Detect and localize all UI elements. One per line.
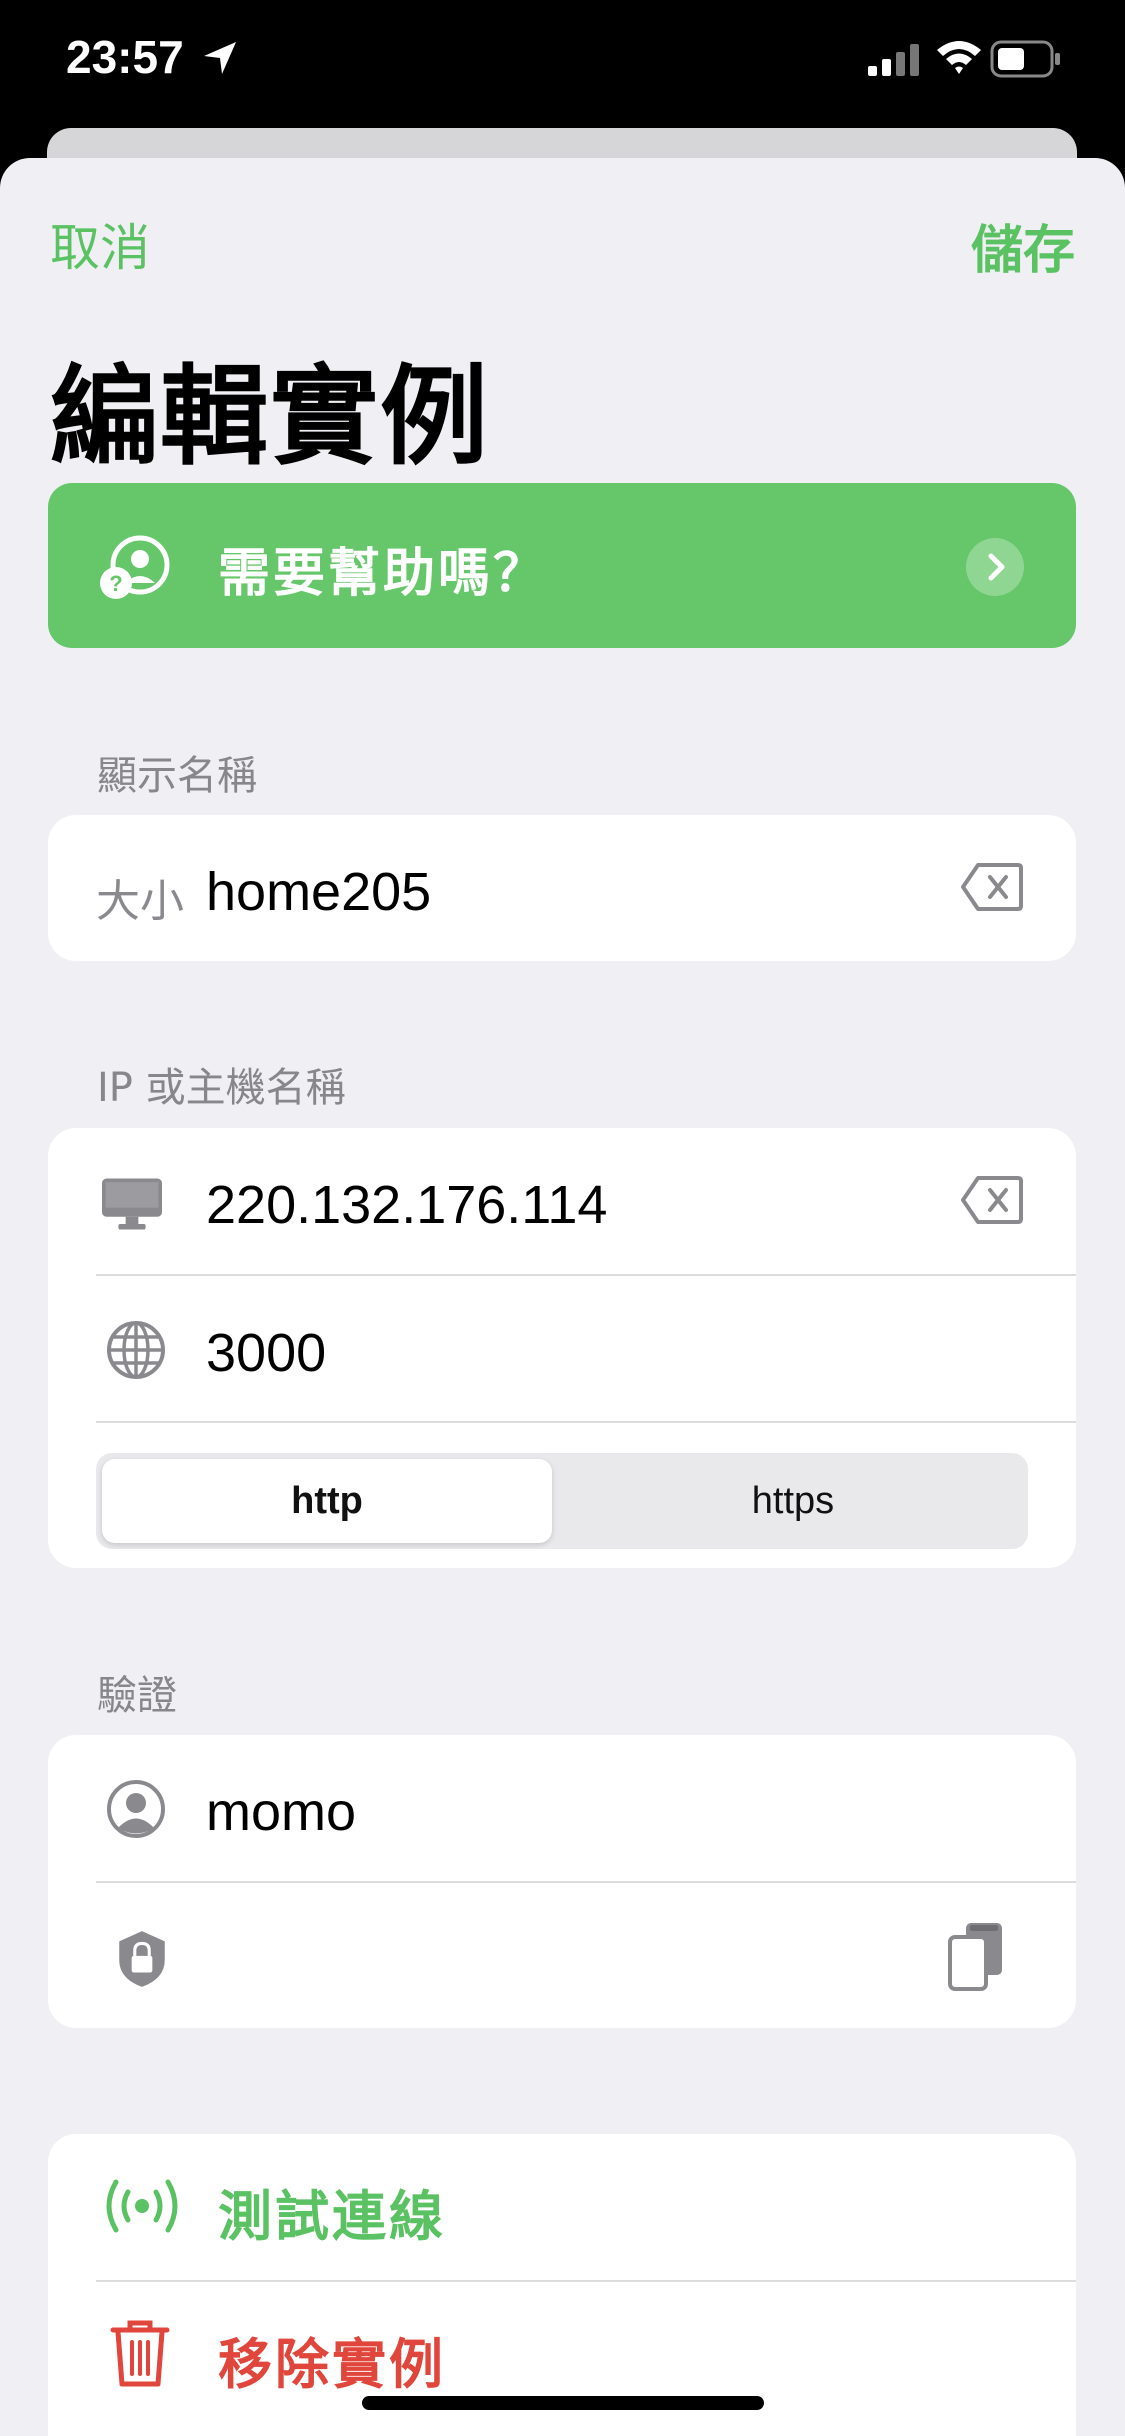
status-time: 23:57 xyxy=(66,31,184,83)
wifi-icon xyxy=(937,41,981,74)
help-banner-label: 需要幫助嗎？ xyxy=(218,544,549,604)
globe-icon xyxy=(107,1321,165,1379)
remove-instance-label: 移除實例 xyxy=(218,2333,446,2396)
desktop-computer-icon xyxy=(102,1178,162,1230)
svg-text:?: ? xyxy=(109,571,122,596)
auth-section-label: 驗證 xyxy=(97,1673,177,1719)
host-section-label: IP 或主機名稱 xyxy=(97,1065,346,1111)
display-name-card: 大小 home205 xyxy=(48,815,1076,961)
port-row[interactable]: 3000 xyxy=(48,1276,1076,1422)
test-connection-button[interactable]: 測試連線 xyxy=(48,2134,1076,2280)
battery-icon xyxy=(990,40,1060,78)
auth-card: momo xyxy=(48,1735,1076,2028)
cellular-signal-icon xyxy=(868,44,919,76)
lock-shield-icon xyxy=(119,1931,165,1987)
antenna-signal-icon xyxy=(106,2179,178,2233)
password-row[interactable] xyxy=(48,1883,1076,2028)
username-field[interactable]: momo xyxy=(206,1781,356,1843)
location-arrow-icon xyxy=(204,42,236,74)
protocol-option-https[interactable]: https xyxy=(568,1459,1018,1543)
protocol-segmented-control: http https xyxy=(96,1453,1028,1549)
home-indicator[interactable] xyxy=(362,2396,764,2410)
chevron-right-icon xyxy=(966,538,1024,596)
save-button[interactable]: 儲存 xyxy=(971,208,1075,283)
help-person-icon: ? xyxy=(100,535,170,599)
host-card: 220.132.176.114 3000 http https xyxy=(48,1128,1076,1568)
trash-icon xyxy=(110,2320,170,2387)
port-field[interactable]: 3000 xyxy=(206,1322,326,1384)
ip-row[interactable]: 220.132.176.114 xyxy=(48,1128,1076,1274)
protocol-option-http[interactable]: http xyxy=(102,1459,552,1543)
clear-text-icon[interactable] xyxy=(960,862,1024,912)
cancel-button[interactable]: 取消 xyxy=(50,208,150,280)
ip-field[interactable]: 220.132.176.114 xyxy=(206,1174,607,1236)
display-name-row[interactable]: 大小 home205 xyxy=(48,815,1076,961)
user-circle-icon xyxy=(107,1780,165,1838)
text-size-icon: 大小 xyxy=(96,876,184,927)
display-name-field[interactable]: home205 xyxy=(206,861,431,923)
page-title: 編輯實例 xyxy=(50,355,491,480)
display-name-section-label: 顯示名稱 xyxy=(97,753,257,799)
clear-text-icon[interactable] xyxy=(960,1175,1024,1225)
status-bar: 23:57 xyxy=(0,0,1125,125)
username-row[interactable]: momo xyxy=(48,1735,1076,1881)
paste-icon[interactable] xyxy=(946,1921,1006,1993)
divider xyxy=(96,1421,1076,1423)
actions-card: 測試連線 移除實例 xyxy=(48,2134,1076,2436)
test-connection-label: 測試連線 xyxy=(218,2185,446,2248)
help-banner[interactable]: ? 需要幫助嗎？ xyxy=(48,483,1076,648)
